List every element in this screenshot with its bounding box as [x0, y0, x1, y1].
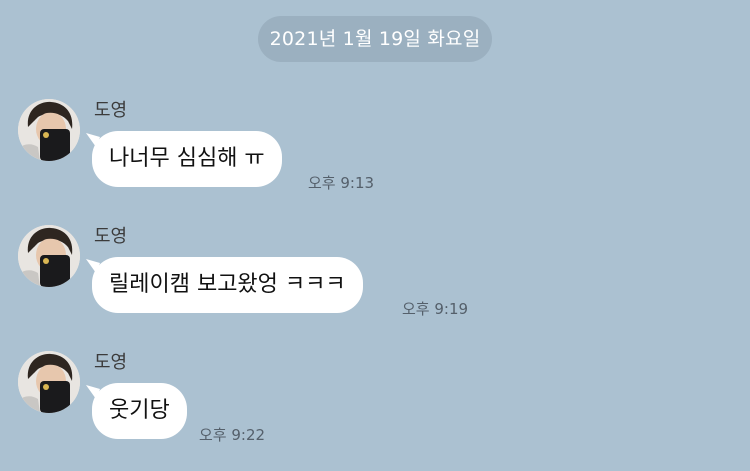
message-row: 도영 나너무 심심해 ㅠ 오후 9:13	[0, 99, 750, 219]
message-time: 오후 9:13	[308, 174, 375, 192]
message-bubble[interactable]: 릴레이캠 보고왔엉 ㅋㅋㅋ	[92, 257, 363, 313]
message-bubble[interactable]: 웃기당	[92, 383, 187, 439]
message-row: 도영 릴레이캠 보고왔엉 ㅋㅋㅋ 오후 9:19	[0, 225, 750, 345]
message-time: 오후 9:19	[402, 300, 469, 318]
message-time: 오후 9:22	[199, 426, 266, 444]
sender-avatar[interactable]	[18, 99, 80, 161]
message-bubble[interactable]: 나너무 심심해 ㅠ	[92, 131, 282, 187]
date-divider: 2021년 1월 19일 화요일	[258, 16, 492, 62]
sender-name: 도영	[94, 352, 128, 373]
sender-avatar[interactable]	[18, 225, 80, 287]
message-row: 도영 웃기당 오후 9:22	[0, 351, 750, 471]
sender-name: 도영	[94, 226, 128, 247]
sender-avatar[interactable]	[18, 351, 80, 413]
sender-name: 도영	[94, 100, 128, 121]
